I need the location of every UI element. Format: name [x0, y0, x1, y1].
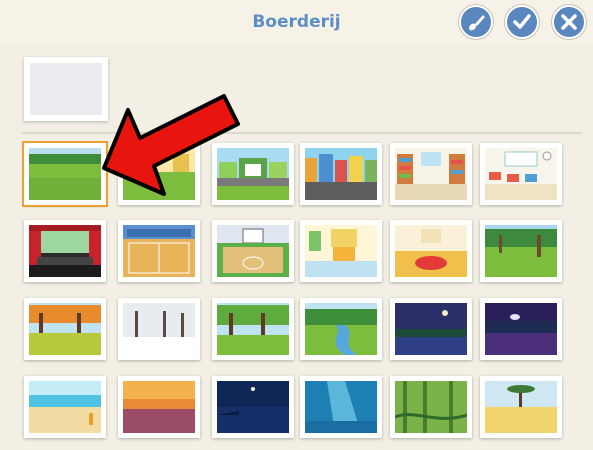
background-thumb-underwater[interactable]: [300, 376, 382, 438]
background-thumb-beach[interactable]: [24, 376, 106, 438]
background-thumb-gym-court[interactable]: [118, 220, 200, 282]
close-icon: [561, 14, 577, 30]
background-thumb-farm[interactable]: [22, 141, 108, 207]
background-thumb-summer-forest[interactable]: [212, 298, 294, 360]
background-thumb-city-street[interactable]: [300, 143, 382, 205]
background-thumb-basketball-court[interactable]: [212, 220, 294, 282]
background-thumb-classroom[interactable]: [480, 143, 562, 205]
background-thumb-suburb-street[interactable]: [212, 143, 294, 205]
background-thumb-bedroom[interactable]: [300, 220, 382, 282]
background-thumb-autumn-forest[interactable]: [24, 298, 106, 360]
empty-background-slot[interactable]: [24, 57, 108, 121]
background-thumb-night-lake[interactable]: [390, 298, 472, 360]
background-thumb-night-harbor[interactable]: [212, 376, 294, 438]
confirm-button[interactable]: [505, 5, 539, 39]
background-thumb-winter-forest[interactable]: [118, 298, 200, 360]
background-thumb-sunset-sea[interactable]: [118, 376, 200, 438]
background-thumb-park[interactable]: [480, 220, 562, 282]
background-thumb-barn-field[interactable]: [118, 143, 200, 205]
background-thumb-library[interactable]: [390, 143, 472, 205]
paint-button[interactable]: [459, 5, 493, 39]
background-thumb-night-sky[interactable]: [480, 298, 562, 360]
background-thumb-living-room[interactable]: [390, 220, 472, 282]
paintbrush-icon: [469, 15, 485, 31]
background-thumb-savanna[interactable]: [480, 376, 562, 438]
check-icon: [513, 14, 531, 29]
divider: [22, 132, 582, 134]
background-thumb-river-valley[interactable]: [300, 298, 382, 360]
background-thumb-jungle[interactable]: [390, 376, 472, 438]
background-thumb-theater-stage[interactable]: [24, 220, 106, 282]
top-bar: Boerderij: [0, 0, 593, 44]
close-button[interactable]: [552, 5, 586, 39]
